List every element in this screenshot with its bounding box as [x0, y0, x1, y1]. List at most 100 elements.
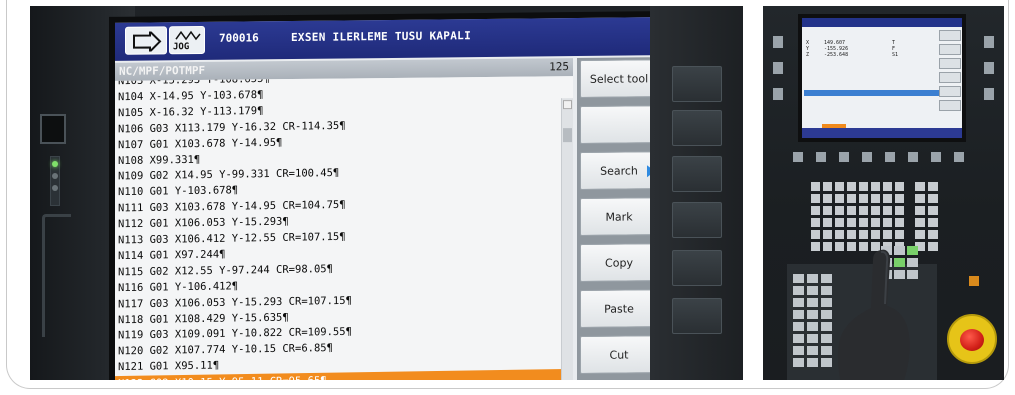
- keypad-key[interactable]: [847, 182, 856, 191]
- panel-function-key[interactable]: [931, 152, 941, 162]
- keypad-key[interactable]: [823, 230, 832, 239]
- keypad-key[interactable]: [859, 206, 868, 215]
- keypad-key[interactable]: [915, 206, 925, 215]
- panel-side-key[interactable]: [984, 62, 994, 74]
- keypad-key[interactable]: [811, 242, 820, 251]
- hardware-softkey[interactable]: [672, 156, 722, 192]
- keypad-key[interactable]: [811, 218, 820, 227]
- code-line[interactable]: N121 G01 X95.11¶: [118, 358, 219, 377]
- keypad-key[interactable]: [811, 230, 820, 239]
- keypad-key[interactable]: [823, 182, 832, 191]
- softkey-cut[interactable]: Cut: [580, 335, 658, 374]
- keypad-key[interactable]: [883, 218, 892, 227]
- keypad-key[interactable]: [871, 218, 880, 227]
- softkey-mark[interactable]: Mark: [580, 197, 658, 236]
- keypad-key[interactable]: [928, 182, 938, 191]
- keypad-key[interactable]: [895, 206, 904, 215]
- machine-key[interactable]: [821, 358, 832, 367]
- keypad-key[interactable]: [859, 218, 868, 227]
- hardware-softkey[interactable]: [672, 110, 722, 146]
- keypad-key[interactable]: [811, 182, 820, 191]
- keypad-key[interactable]: [847, 206, 856, 215]
- softkey-blank[interactable]: [580, 105, 658, 144]
- keypad-key[interactable]: [928, 194, 938, 203]
- machine-key[interactable]: [821, 274, 832, 283]
- keypad-key[interactable]: [823, 194, 832, 203]
- machine-key[interactable]: [821, 286, 832, 295]
- machine-key[interactable]: [821, 346, 832, 355]
- keypad-key[interactable]: [811, 206, 820, 215]
- machine-key[interactable]: [807, 358, 818, 367]
- keypad-key[interactable]: [883, 194, 892, 203]
- machine-key[interactable]: [807, 298, 818, 307]
- hardware-softkey[interactable]: [672, 250, 722, 286]
- keypad-key[interactable]: [847, 218, 856, 227]
- step-mode-button[interactable]: [125, 26, 167, 55]
- softkey-paste[interactable]: Paste: [580, 289, 658, 328]
- panel-side-key[interactable]: [984, 88, 994, 100]
- machine-key[interactable]: [807, 322, 818, 331]
- code-line[interactable]: N107 G01 X103.678 Y-14.95¶: [118, 134, 282, 154]
- keypad-key[interactable]: [859, 194, 868, 203]
- keypad-key[interactable]: [847, 230, 856, 239]
- softkey-select-tool[interactable]: Select tool: [580, 59, 658, 98]
- machine-key[interactable]: [793, 310, 804, 319]
- panel-side-key[interactable]: [773, 36, 783, 48]
- panel-side-key[interactable]: [773, 62, 783, 74]
- machine-key[interactable]: [807, 274, 818, 283]
- panel-function-key[interactable]: [908, 152, 918, 162]
- machine-key[interactable]: [793, 322, 804, 331]
- machine-key[interactable]: [807, 334, 818, 343]
- keypad-key[interactable]: [895, 194, 904, 203]
- panel-function-key[interactable]: [954, 152, 964, 162]
- scroll-thumb[interactable]: [563, 128, 572, 143]
- keypad-key[interactable]: [871, 230, 880, 239]
- keypad-key[interactable]: [871, 182, 880, 191]
- keypad-key[interactable]: [847, 194, 856, 203]
- keypad-key[interactable]: [915, 218, 925, 227]
- emergency-stop-button[interactable]: [947, 314, 997, 364]
- machine-key[interactable]: [793, 358, 804, 367]
- keypad-key[interactable]: [915, 194, 925, 203]
- panel-function-key[interactable]: [839, 152, 849, 162]
- keypad-key[interactable]: [883, 182, 892, 191]
- keypad-key[interactable]: [835, 230, 844, 239]
- keypad-key[interactable]: [883, 206, 892, 215]
- machine-key[interactable]: [807, 346, 818, 355]
- machine-key[interactable]: [821, 322, 832, 331]
- panel-function-key[interactable]: [885, 152, 895, 162]
- keypad-key[interactable]: [811, 194, 820, 203]
- keypad-key[interactable]: [823, 218, 832, 227]
- keypad-key[interactable]: [928, 230, 938, 239]
- scroll-up-arrow-icon[interactable]: [563, 100, 572, 110]
- keypad-key[interactable]: [883, 230, 892, 239]
- keypad-key[interactable]: [871, 206, 880, 215]
- panel-function-key[interactable]: [816, 152, 826, 162]
- keypad-key[interactable]: [823, 206, 832, 215]
- machine-key[interactable]: [807, 286, 818, 295]
- machine-key[interactable]: [793, 346, 804, 355]
- keypad-key[interactable]: [835, 218, 844, 227]
- keypad-key[interactable]: [928, 218, 938, 227]
- editor-scrollbar[interactable]: [561, 98, 573, 380]
- keypad-key[interactable]: [915, 182, 925, 191]
- keypad-key[interactable]: [859, 230, 868, 239]
- hardware-softkey[interactable]: [672, 298, 722, 334]
- softkey-copy[interactable]: Copy: [580, 243, 658, 282]
- hardware-softkey[interactable]: [672, 202, 722, 238]
- panel-side-key[interactable]: [984, 36, 994, 48]
- panel-side-key[interactable]: [773, 88, 783, 100]
- machine-key[interactable]: [821, 334, 832, 343]
- hardware-softkey[interactable]: [672, 66, 722, 102]
- keypad-key[interactable]: [915, 230, 925, 239]
- keypad-key[interactable]: [859, 182, 868, 191]
- machine-key[interactable]: [793, 274, 804, 283]
- machine-key[interactable]: [821, 310, 832, 319]
- keypad-key[interactable]: [823, 242, 832, 251]
- machine-key[interactable]: [807, 310, 818, 319]
- jog-mode-button[interactable]: JOG: [169, 25, 205, 55]
- keypad-key[interactable]: [895, 182, 904, 191]
- program-editor[interactable]: N103 X-15.293 Y-108.655¶ N104 X-14.95 Y-1…: [115, 76, 573, 380]
- keypad-key[interactable]: [895, 230, 904, 239]
- machine-key[interactable]: [793, 334, 804, 343]
